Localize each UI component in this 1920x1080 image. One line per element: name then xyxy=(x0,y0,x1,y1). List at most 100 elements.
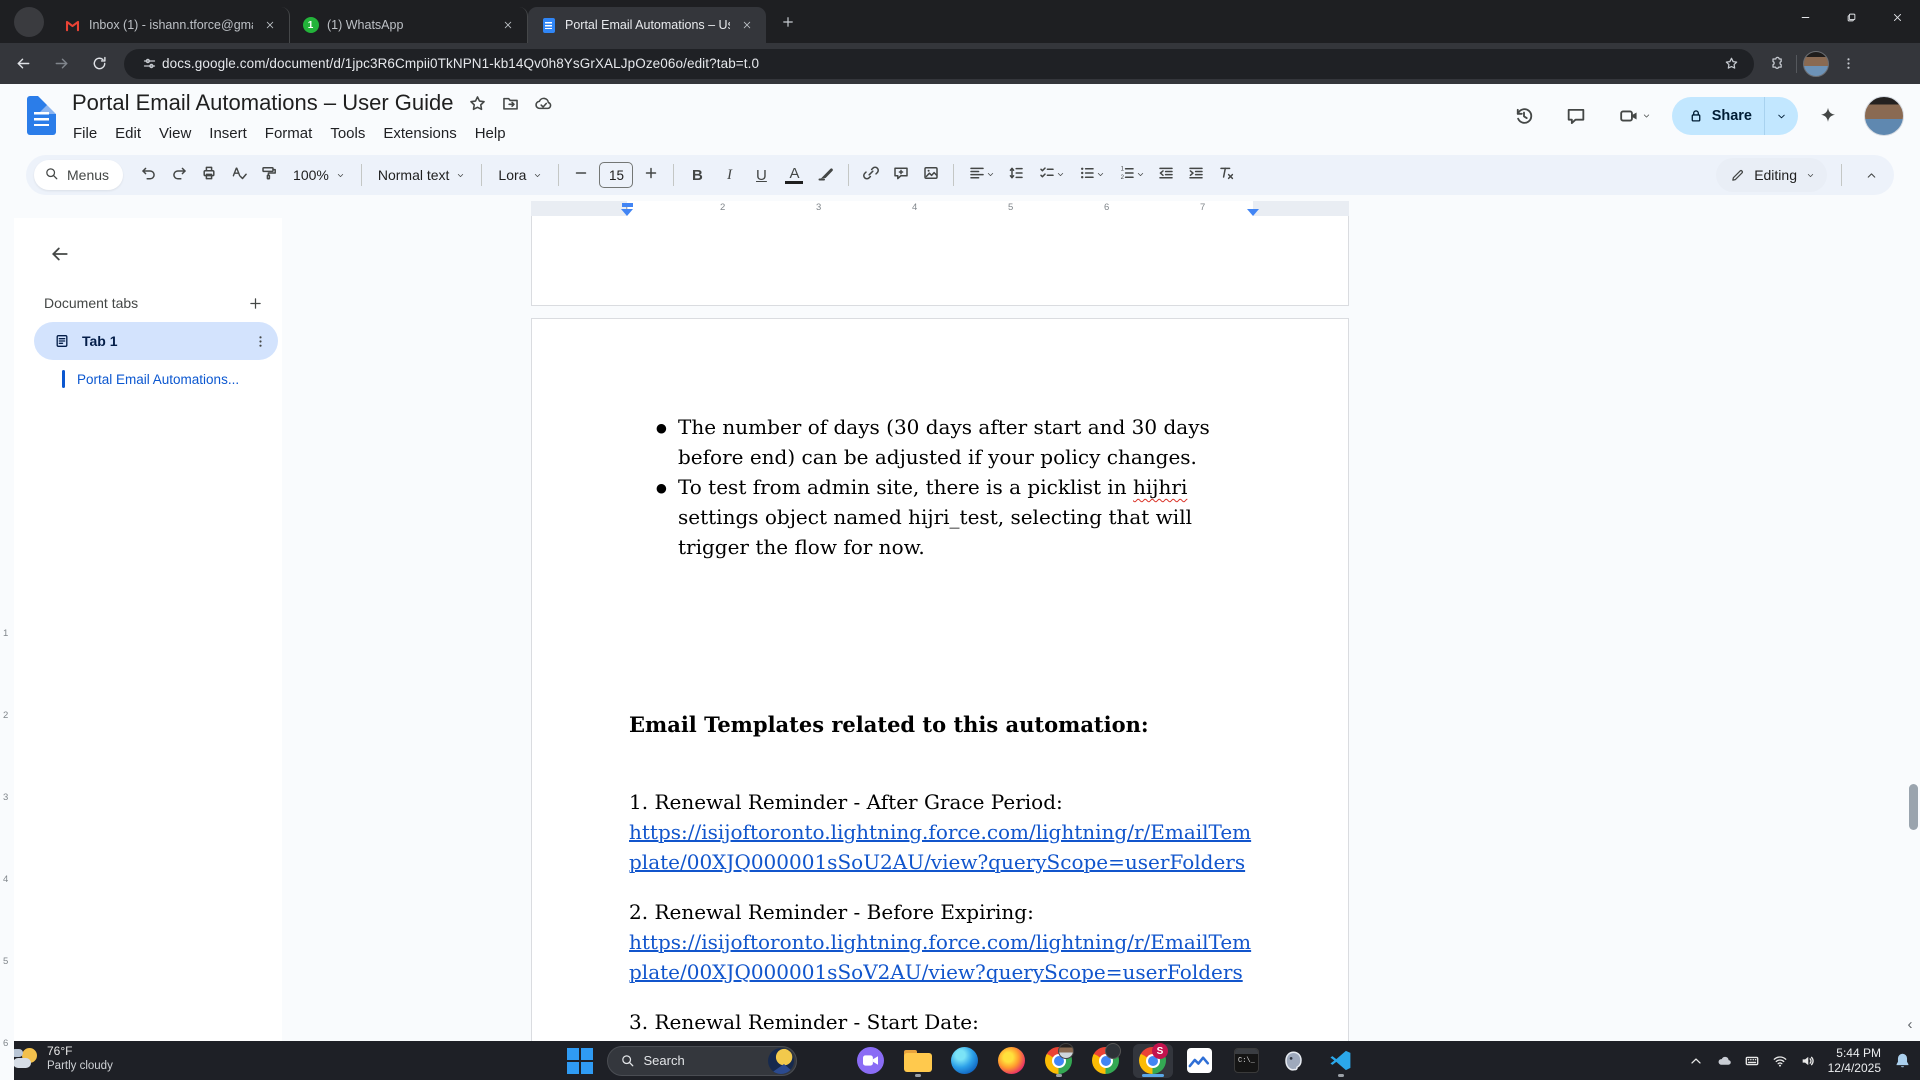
zoom-dropdown[interactable]: 100% xyxy=(285,161,353,189)
font-family-dropdown[interactable]: Lora xyxy=(490,161,550,189)
taskbar-search[interactable]: Search xyxy=(607,1046,797,1076)
browser-menu-kebab-icon[interactable] xyxy=(1835,51,1861,77)
insert-image-button[interactable] xyxy=(917,161,945,189)
line-spacing-button[interactable] xyxy=(1002,161,1030,189)
bulleted-list-button[interactable] xyxy=(1072,161,1110,189)
video-chat-app-icon[interactable] xyxy=(851,1044,891,1078)
spellcheck-button[interactable] xyxy=(225,161,253,189)
bold-button[interactable]: B xyxy=(682,161,712,189)
reload-button[interactable] xyxy=(84,49,114,79)
styles-dropdown[interactable]: Normal text xyxy=(370,161,474,189)
tab-options-kebab-icon[interactable] xyxy=(253,334,268,349)
font-size-decrease-button[interactable] xyxy=(567,161,595,189)
site-info-icon[interactable] xyxy=(136,51,162,77)
version-history-icon[interactable] xyxy=(1502,94,1546,138)
vscode-icon[interactable] xyxy=(1321,1044,1361,1078)
browser-tab[interactable]: Portal Email Automations – Use xyxy=(528,7,766,43)
tab-close-icon[interactable] xyxy=(499,16,517,34)
paint-format-button[interactable] xyxy=(255,161,283,189)
numbered-list-button[interactable]: 12 xyxy=(1112,161,1150,189)
share-dropdown[interactable] xyxy=(1764,97,1798,135)
clear-formatting-button[interactable] xyxy=(1212,161,1240,189)
star-document-icon[interactable] xyxy=(468,94,487,113)
bookmark-star-icon[interactable] xyxy=(1718,51,1744,77)
italic-button[interactable]: I xyxy=(714,161,744,189)
terminal-icon[interactable]: C:\_ xyxy=(1227,1044,1267,1078)
google-docs-logo-icon[interactable] xyxy=(27,96,56,135)
menu-file[interactable]: File xyxy=(64,122,106,145)
close-sidebar-back-button[interactable] xyxy=(42,236,78,272)
horizontal-ruler[interactable]: 1234567 xyxy=(0,198,1920,218)
right-indent-marker[interactable] xyxy=(1247,209,1259,216)
maximize-window-button[interactable] xyxy=(1828,0,1874,34)
add-document-tab-button[interactable] xyxy=(242,290,268,316)
wifi-icon[interactable] xyxy=(1772,1053,1788,1069)
tab-close-icon[interactable] xyxy=(261,16,279,34)
onedrive-icon[interactable] xyxy=(1716,1053,1732,1069)
menus-search-button[interactable]: Menus xyxy=(34,160,123,190)
redo-button[interactable] xyxy=(165,161,193,189)
menu-view[interactable]: View xyxy=(150,122,200,145)
align-left-button[interactable] xyxy=(962,161,1000,189)
document-tab-item[interactable]: Tab 1 xyxy=(34,322,278,360)
editing-mode-dropdown[interactable]: Editing xyxy=(1716,158,1827,192)
microsoft-edge-icon[interactable] xyxy=(945,1044,985,1078)
outline-item[interactable]: Portal Email Automations... xyxy=(62,370,278,388)
font-size-increase-button[interactable] xyxy=(637,161,665,189)
menu-format[interactable]: Format xyxy=(256,122,322,145)
template-link[interactable]: https://isijoftoronto.lightning.force.co… xyxy=(629,820,1251,874)
move-folder-icon[interactable] xyxy=(501,94,520,113)
increase-indent-button[interactable] xyxy=(1182,161,1210,189)
chrome-salesforce-icon[interactable]: S xyxy=(1133,1044,1173,1078)
chrome-profile-icon[interactable] xyxy=(1039,1044,1079,1078)
collapse-toolbar-button[interactable] xyxy=(1856,160,1886,190)
file-explorer-icon[interactable] xyxy=(898,1044,938,1078)
menu-edit[interactable]: Edit xyxy=(106,122,150,145)
print-button[interactable] xyxy=(195,161,223,189)
new-tab-button[interactable] xyxy=(774,8,802,36)
left-indent-marker[interactable] xyxy=(621,209,633,216)
search-highlight-image[interactable] xyxy=(768,1048,794,1074)
chevron-up-icon[interactable] xyxy=(1688,1053,1704,1069)
menu-help[interactable]: Help xyxy=(466,122,515,145)
decrease-indent-button[interactable] xyxy=(1152,161,1180,189)
tab-search-button[interactable] xyxy=(14,7,44,37)
url-omnibox[interactable]: docs.google.com/document/d/1jpc3R6Cmpii0… xyxy=(124,49,1754,79)
back-button[interactable] xyxy=(8,49,38,79)
checklist-button[interactable] xyxy=(1032,161,1070,189)
share-button[interactable]: Share xyxy=(1672,97,1798,135)
underline-button[interactable]: U xyxy=(746,161,776,189)
insert-link-button[interactable] xyxy=(857,161,885,189)
cloud-save-status-icon[interactable] xyxy=(534,94,553,113)
comments-icon[interactable] xyxy=(1554,94,1598,138)
vertical-scrollbar[interactable] xyxy=(1909,218,1918,1041)
account-avatar[interactable] xyxy=(1864,96,1904,136)
side-panel-collapse-icon[interactable]: ‹ xyxy=(1903,1016,1917,1033)
firefox-icon[interactable] xyxy=(992,1044,1032,1078)
extensions-puzzle-icon[interactable] xyxy=(1764,51,1790,77)
chrome-robot-icon[interactable] xyxy=(1086,1044,1126,1078)
add-comment-button[interactable] xyxy=(887,161,915,189)
menu-extensions[interactable]: Extensions xyxy=(374,122,465,145)
volume-icon[interactable] xyxy=(1800,1053,1816,1069)
task-manager-icon[interactable] xyxy=(1180,1044,1220,1078)
close-window-button[interactable] xyxy=(1874,0,1920,34)
touch-keyboard-icon[interactable] xyxy=(1744,1053,1760,1069)
scrollbar-thumb[interactable] xyxy=(1909,784,1918,830)
tab-close-icon[interactable] xyxy=(738,16,756,34)
doc-title[interactable]: Portal Email Automations – User Guide xyxy=(72,90,454,116)
video-call-button[interactable] xyxy=(1606,94,1664,138)
text-color-button[interactable]: A xyxy=(778,161,810,189)
page-content[interactable]: The number of days (30 days after start … xyxy=(532,319,1348,1037)
browser-tab[interactable]: Inbox (1) - ishann.tforce@gmai xyxy=(52,7,290,43)
taskbar-clock[interactable]: 5:44 PM 12/4/2025 xyxy=(1828,1046,1881,1075)
highlight-color-button[interactable] xyxy=(812,161,840,189)
start-button[interactable] xyxy=(560,1044,600,1078)
template-link[interactable]: https://isijoftoronto.lightning.force.co… xyxy=(629,930,1251,984)
task-view-icon[interactable] xyxy=(804,1044,844,1078)
menu-insert[interactable]: Insert xyxy=(200,122,256,145)
browser-profile-avatar[interactable] xyxy=(1803,51,1829,77)
postgresql-icon[interactable] xyxy=(1274,1044,1314,1078)
font-size-value[interactable]: 15 xyxy=(599,162,633,188)
notification-bell-icon[interactable] xyxy=(1893,1051,1912,1070)
